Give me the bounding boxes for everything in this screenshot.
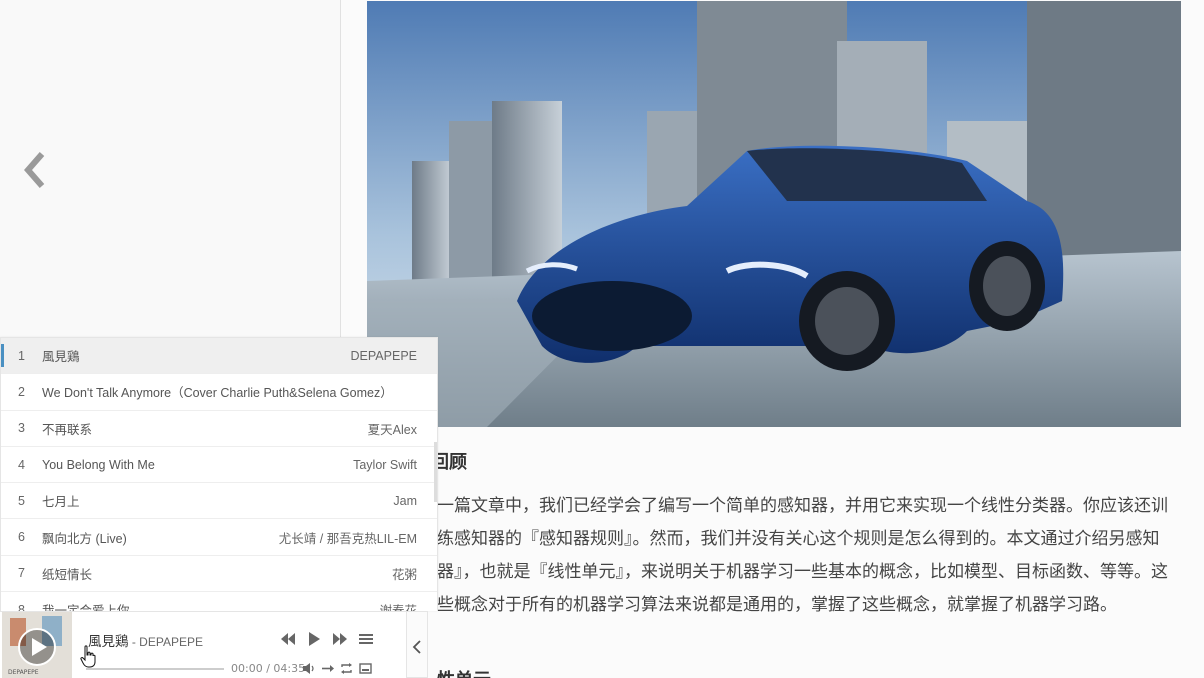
playlist-item-index: 5: [18, 493, 25, 508]
previous-track-icon[interactable]: [280, 631, 296, 647]
playlist-item-artist: 花粥: [391, 567, 417, 582]
now-playing-artist: - DEPAPEPE: [128, 635, 203, 649]
playlist-item-title: 纸短情长: [42, 567, 93, 582]
article-paragraph: 一篇文章中，我们已经学会了编写一个简单的感知器，并用它来实现一个线性分类器。你应…: [437, 496, 1168, 615]
playlist-item-index: 2: [18, 384, 25, 399]
playlist-item-index: 6: [18, 530, 25, 545]
play-icon[interactable]: [306, 631, 322, 647]
playlist-item-title: 我一定会爱上你: [42, 600, 371, 611]
chevron-left-icon: [412, 640, 421, 654]
previous-slide-button[interactable]: [20, 148, 54, 192]
playlist-item-title: We Don't Talk Anymore（Cover Charlie Puth…: [42, 386, 393, 401]
article-subheading: 性单元: [437, 666, 491, 678]
playlist-item[interactable]: 4 You Belong With Me Taylor Swift: [1, 447, 437, 484]
repeat-icon[interactable]: [340, 662, 353, 675]
playlist-item-title: 不再联系: [42, 422, 93, 437]
playlist-item-artist: 谢春花: [379, 600, 417, 611]
playlist-item[interactable]: 7 纸短情长 花粥: [1, 556, 437, 593]
playlist-item-artist: 尤长靖 / 那吾克热LIL-EM: [278, 531, 417, 546]
hero-car-image: [367, 1, 1181, 427]
main-content: 回顾 一篇文章中，我们已经学会了编写一个简单的感知器，并用它来实现一个线性分类器…: [341, 0, 1204, 678]
playlist-item-title: 七月上: [42, 495, 80, 510]
playlist-item-artist: Taylor Swift: [353, 457, 417, 472]
album-cover[interactable]: DEPAPEPE: [2, 612, 72, 678]
cover-label: DEPAPEPE: [8, 669, 39, 676]
playlist-item[interactable]: 8 我一定会爱上你 谢春花: [1, 592, 437, 611]
lyrics-icon[interactable]: [359, 662, 372, 675]
playlist-item-title: You Belong With Me: [42, 457, 155, 472]
playlist-item-artist: Jam: [393, 493, 417, 508]
playlist-item[interactable]: 3 不再联系 夏天Alex: [1, 411, 437, 447]
now-playing: 風見鶏 - DEPAPEPE: [88, 630, 203, 650]
music-player: DEPAPEPE 風見鶏 - DEPAPEPE 00:00 / 04:35: [0, 611, 406, 678]
playlist-scrollbar[interactable]: [434, 442, 437, 502]
playlist-item[interactable]: 6 飘向北方 (Live) 尤长靖 / 那吾克热LIL-EM: [1, 519, 437, 556]
playlist-item-title: 飘向北方 (Live): [42, 531, 127, 546]
menu-icon[interactable]: [358, 631, 374, 647]
play-order-icon[interactable]: [321, 662, 334, 675]
time-display: 00:00 / 04:35: [231, 662, 306, 675]
playlist-item[interactable]: 5 七月上 Jam: [1, 483, 437, 520]
playlist-item-index: 4: [18, 457, 25, 472]
playlist-item-index: 1: [18, 348, 25, 363]
music-playlist: 1 風見鶏 DEPAPEPE 2 We Don't Talk Anymore（C…: [0, 337, 438, 611]
playlist-item-title: 風見鶏: [42, 350, 80, 365]
volume-icon[interactable]: [302, 662, 315, 675]
playlist-item-index: 8: [18, 602, 25, 611]
next-track-icon[interactable]: [332, 631, 348, 647]
playlist-item[interactable]: 2 We Don't Talk Anymore（Cover Charlie Pu…: [1, 374, 437, 411]
playlist-item-index: 3: [18, 421, 25, 436]
player-controls: [280, 630, 380, 648]
chevron-left-icon: [24, 152, 45, 188]
playlist-item-artist: DEPAPEPE: [350, 348, 417, 363]
player-secondary-controls: [302, 662, 372, 675]
progress-bar[interactable]: [86, 668, 224, 670]
playlist-item[interactable]: 1 風見鶏 DEPAPEPE: [1, 338, 437, 375]
player-collapse-toggle[interactable]: [406, 611, 428, 678]
playlist-item-artist: 夏天Alex: [367, 422, 417, 437]
hand-cursor-icon: [80, 645, 96, 668]
playlist-item-index: 7: [18, 566, 25, 581]
